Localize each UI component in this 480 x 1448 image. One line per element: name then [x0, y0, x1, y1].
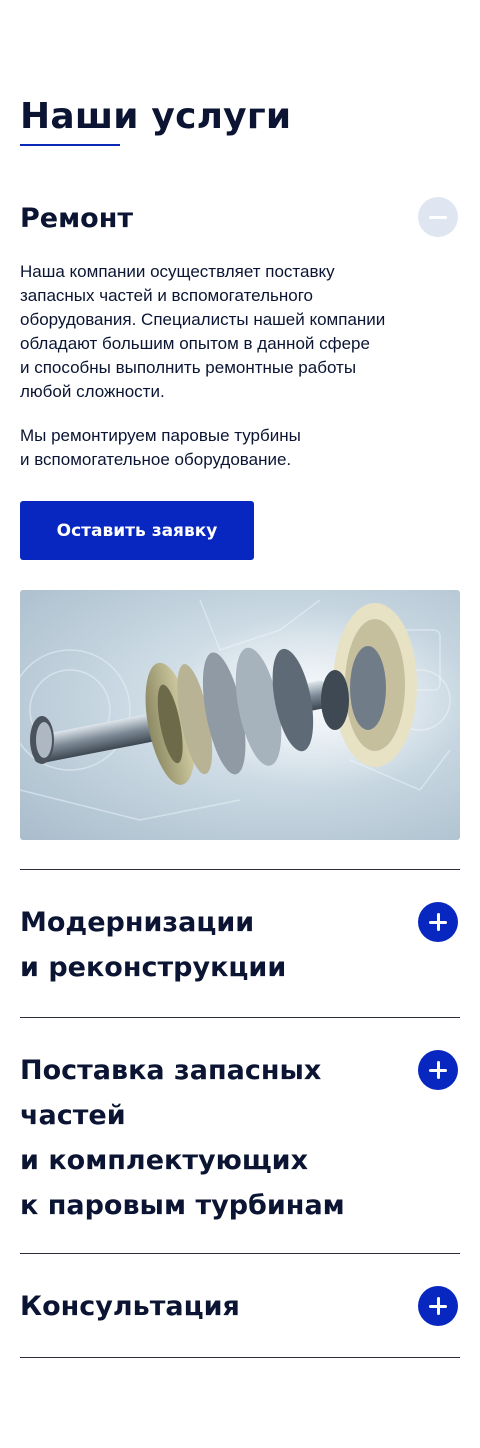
accordion-divider	[20, 1253, 460, 1254]
plus-icon-vertical	[436, 1061, 440, 1079]
section-title: Наши услуги	[20, 96, 292, 137]
accordion-divider	[20, 1357, 460, 1358]
accordion-title-spare-parts[interactable]: Поставка запасных частей и комплектующих…	[20, 1048, 345, 1228]
accordion-divider	[20, 1017, 460, 1018]
accordion-divider	[20, 869, 460, 870]
plus-icon-vertical	[436, 913, 440, 931]
accordion-title-repair[interactable]: Ремонт	[20, 196, 133, 241]
accordion-title-modernization[interactable]: Модернизации и реконструкции	[20, 900, 286, 990]
repair-description-secondary: Мы ремонтируем паровые турбины и вспомог…	[20, 426, 301, 469]
collapse-toggle-button[interactable]	[418, 197, 458, 237]
plus-icon-vertical	[436, 1297, 440, 1315]
expand-toggle-button[interactable]	[418, 1286, 458, 1326]
title-underline	[20, 144, 120, 146]
expand-toggle-button[interactable]	[418, 902, 458, 942]
submit-request-button[interactable]: Оставить заявку	[20, 501, 254, 560]
expand-toggle-button[interactable]	[418, 1050, 458, 1090]
repair-description: Наша компании осуществляет поставку запа…	[20, 262, 386, 401]
minus-icon	[429, 215, 447, 219]
services-page: Наши услуги Ремонт Наша компании осущест…	[0, 0, 480, 1448]
steam-turbine-rotor-image	[20, 590, 460, 840]
accordion-title-consulting[interactable]: Консультация	[20, 1284, 240, 1329]
